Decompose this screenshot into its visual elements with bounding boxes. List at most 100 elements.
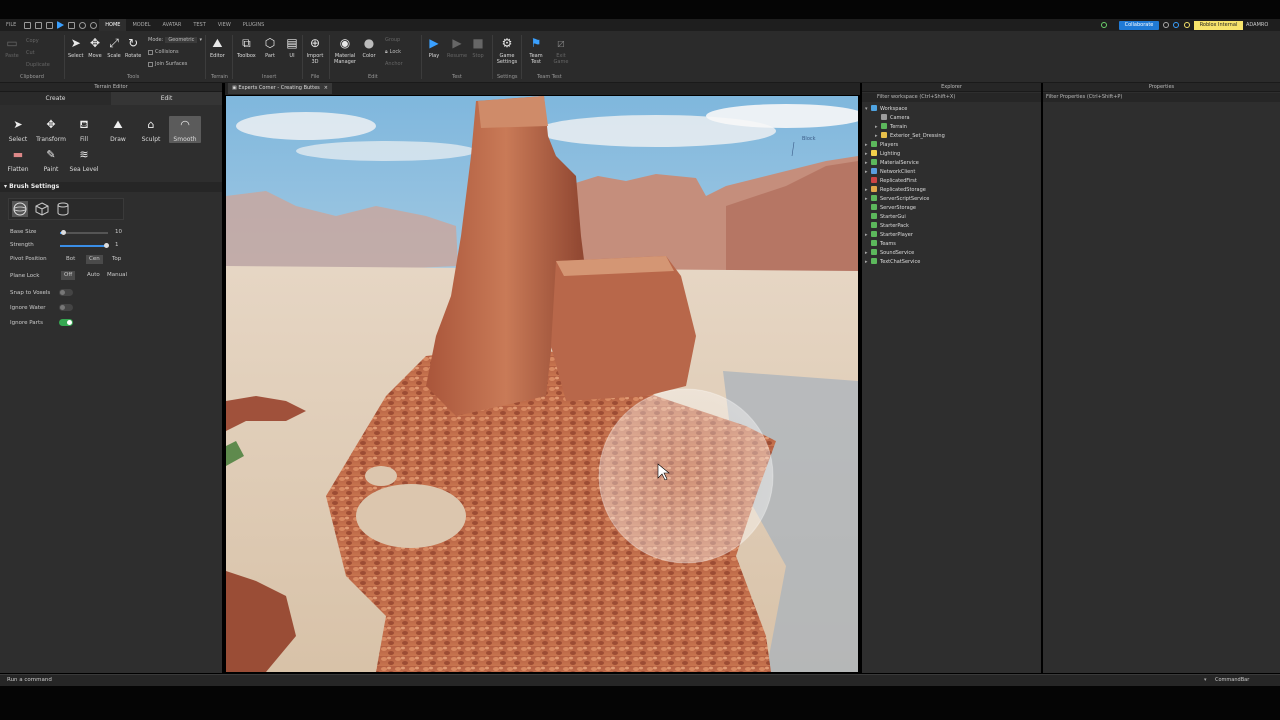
3d-viewport[interactable]: Block (226, 96, 858, 672)
paste-button[interactable]: ▭ Paste (5, 36, 19, 59)
collisions-checkbox[interactable]: Collisions (148, 49, 179, 55)
plane-lock-auto-option[interactable]: Auto (84, 271, 103, 280)
base-size-value[interactable]: 10 (115, 229, 122, 235)
save-icon[interactable] (46, 21, 54, 29)
import-3d-button[interactable]: ⊕ Import 3D (305, 36, 325, 65)
tab-plugins[interactable]: PLUGINS (237, 19, 270, 31)
new-file-icon[interactable] (24, 21, 32, 29)
terrain-tool-paint[interactable]: ✎ Paint (36, 148, 66, 173)
rotate-tool-button[interactable]: ↻ Rotate (125, 36, 141, 59)
terrain-tool-draw[interactable]: ⛰ Draw (103, 118, 133, 143)
tab-home[interactable]: HOME (99, 19, 127, 31)
tab-view[interactable]: VIEW (212, 19, 237, 31)
file-menu[interactable]: FILE (0, 19, 22, 31)
document-tab[interactable]: ▣ Experts Corner - Creating Buttes × (228, 83, 332, 94)
explorer-item[interactable]: ▸ TextChatService (865, 258, 920, 267)
user-name[interactable]: ADAMRO (1246, 22, 1268, 28)
terrain-editor-button[interactable]: ⛰ Editor (210, 36, 225, 60)
explorer-item[interactable]: ▸ Players (865, 141, 898, 150)
plane-lock-off-option[interactable]: Off (61, 271, 76, 280)
explorer-item[interactable]: Camera (875, 114, 910, 123)
brush-settings-header[interactable]: ▾ Brush Settings (0, 182, 222, 192)
cloud-icon[interactable] (1173, 22, 1179, 28)
explorer-item[interactable]: ▸ ReplicatedStorage (865, 186, 926, 195)
terrain-tool-transform[interactable]: ✥ Transform (36, 118, 66, 143)
ignore-parts-toggle[interactable] (59, 319, 73, 326)
explorer-item[interactable]: ▸ Exterior_Set_Dressing (875, 132, 945, 141)
explorer-filter-input[interactable]: Filter workspace (Ctrl+Shift+X) (862, 93, 1041, 102)
explorer-item[interactable]: ▸ SoundService (865, 249, 914, 258)
explorer-item[interactable]: Teams (865, 240, 896, 249)
tab-model[interactable]: MODEL (126, 19, 156, 31)
move-tool-button[interactable]: ✥ Move (88, 36, 102, 59)
pivot-bot-option[interactable]: Bot (63, 255, 78, 264)
quick-stop-icon[interactable] (68, 21, 76, 29)
scale-tool-button[interactable]: ⤢ Scale (107, 36, 121, 60)
exit-game-button[interactable]: ⧄ Exit Game (552, 36, 570, 66)
quick-play-icon[interactable] (57, 21, 65, 29)
copy-button[interactable]: Copy (26, 38, 39, 44)
close-icon[interactable]: × (324, 85, 328, 91)
help-icon[interactable] (1163, 22, 1169, 28)
terrain-tool-select[interactable]: ➤ Select (3, 118, 33, 143)
explorer-item[interactable]: ▸ ServerScriptService (865, 195, 929, 204)
plane-lock-manual-option[interactable]: Manual (104, 271, 130, 280)
terrain-tool-fill[interactable]: ⛾ Fill (69, 118, 99, 143)
part-button[interactable]: ⬡ Part (263, 36, 277, 59)
open-file-icon[interactable] (35, 21, 43, 29)
explorer-item[interactable]: ▸ Lighting (865, 150, 900, 159)
material-manager-button[interactable]: ◉ Material Manager (333, 36, 357, 65)
strength-slider[interactable] (60, 243, 109, 248)
group-button[interactable]: Group (385, 37, 400, 43)
terrain-tool-flatten[interactable]: ▬ Flatten (3, 148, 33, 173)
explorer-item[interactable]: ▸ StarterPlayer (865, 231, 913, 240)
anchor-button[interactable]: Anchor (385, 61, 403, 67)
status-icon[interactable] (1101, 22, 1107, 28)
scene-render[interactable]: Block (226, 96, 858, 672)
tab-test[interactable]: TEST (187, 19, 211, 31)
select-tool-button[interactable]: ➤ Select (68, 36, 83, 59)
sphere-brush-icon[interactable] (12, 201, 28, 217)
play-button[interactable]: ▶ Play (427, 36, 441, 59)
strength-value[interactable]: 1 (115, 242, 119, 248)
properties-filter-input[interactable]: Filter Properties (Ctrl+Shift+P) (1043, 93, 1280, 102)
cut-button[interactable]: Cut (26, 50, 35, 56)
explorer-item[interactable]: ▾ Workspace (865, 105, 907, 114)
terrain-tool-sea-level[interactable]: ≋ Sea Level (69, 148, 99, 173)
pivot-cen-option[interactable]: Cen (86, 255, 103, 264)
undo-icon[interactable] (79, 21, 87, 29)
tab-edit[interactable]: Edit (111, 92, 222, 105)
color-button[interactable]: ● Color (362, 36, 376, 59)
command-input[interactable]: Run a command (7, 677, 52, 683)
lock-button[interactable]: 🔒︎ Lock (385, 49, 401, 55)
cylinder-brush-icon[interactable] (55, 201, 71, 217)
explorer-item[interactable]: ▸ MaterialService (865, 159, 919, 168)
tab-create[interactable]: Create (0, 92, 111, 105)
snap-to-voxels-toggle[interactable] (59, 289, 73, 296)
join-surfaces-checkbox[interactable]: Join Surfaces (148, 61, 187, 67)
resume-button[interactable]: ▶ Resume (447, 36, 467, 59)
chevron-down-icon[interactable]: ▾ (1204, 677, 1207, 683)
terrain-tool-sculpt[interactable]: ⌂ Sculpt (136, 118, 166, 143)
terrain-tool-smooth[interactable]: ◠ Smooth (170, 118, 200, 143)
ignore-water-toggle[interactable] (59, 304, 73, 311)
explorer-item[interactable]: StarterPack (865, 222, 909, 231)
explorer-item[interactable]: ServerStorage (865, 204, 916, 213)
tab-avatar[interactable]: AVATAR (157, 19, 188, 31)
duplicate-button[interactable]: Duplicate (26, 62, 50, 68)
stop-button[interactable]: ■ Stop (471, 36, 485, 59)
redo-icon[interactable] (90, 21, 98, 29)
explorer-item[interactable]: ReplicatedFirst (865, 177, 917, 186)
team-test-button[interactable]: ⚑ Team Test (526, 36, 546, 65)
pivot-top-option[interactable]: Top (109, 255, 124, 264)
game-settings-button[interactable]: ⚙ Game Settings (496, 36, 518, 65)
collaborate-button[interactable]: Collaborate (1119, 21, 1159, 30)
explorer-item[interactable]: StarterGui (865, 213, 906, 222)
cube-brush-icon[interactable] (34, 201, 50, 217)
ui-button[interactable]: ▤ UI (285, 36, 299, 59)
mode-selector[interactable]: Mode: Geometric ▾ (148, 37, 202, 43)
base-size-slider[interactable] (60, 230, 108, 235)
explorer-item[interactable]: ▸ NetworkClient (865, 168, 915, 177)
explorer-item[interactable]: ▸ Terrain (875, 123, 907, 132)
toolbox-button[interactable]: ⧉ Toolbox (237, 36, 256, 60)
